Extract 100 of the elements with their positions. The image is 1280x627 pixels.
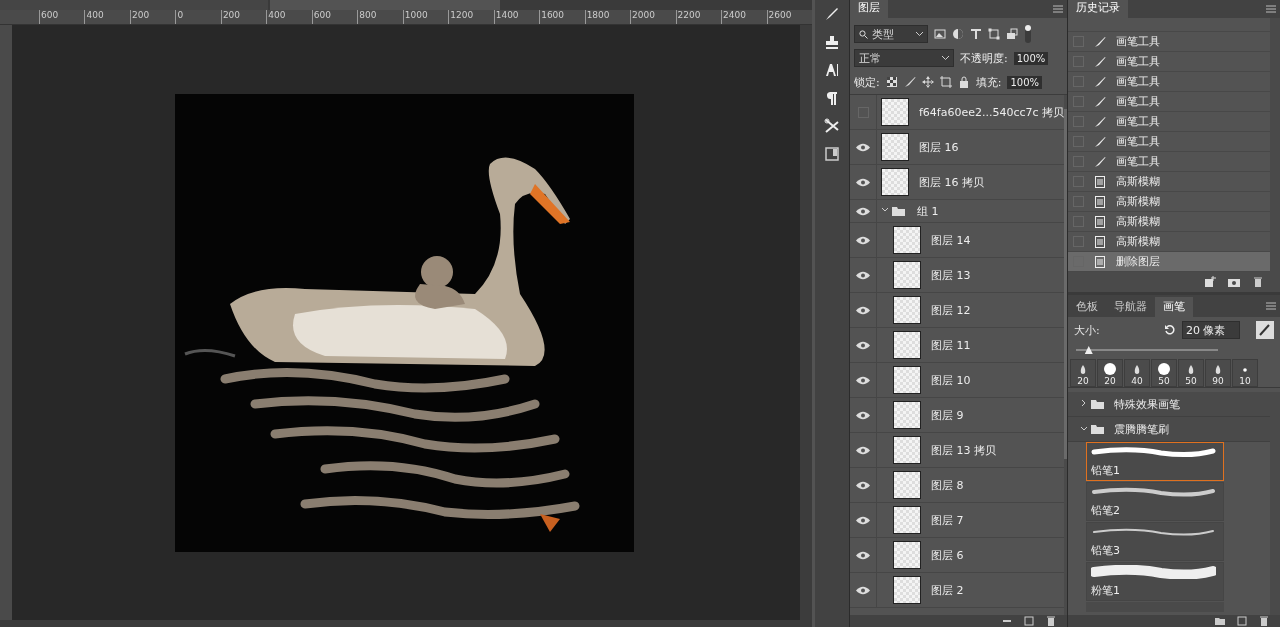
filter-dropdown[interactable]: 类型 [854,25,928,43]
brush-icon[interactable] [1094,135,1106,148]
brush-tip[interactable]: 铅笔1 [1086,442,1224,481]
brush-icon[interactable] [1094,55,1106,68]
brush-icon[interactable] [1094,35,1106,48]
ruler-label: 400 [266,10,312,24]
brush-preset[interactable]: 50 [1151,359,1177,387]
layer-name[interactable]: f64fa60ee2...540cc7c 拷贝 [919,104,1065,120]
trash-icon[interactable] [1258,615,1270,627]
history-item[interactable]: 画笔工具 [1068,32,1270,52]
layer-name[interactable]: 图层 13 拷贝 [931,442,996,458]
new-folder-icon[interactable] [1214,615,1226,627]
document-icon[interactable] [1094,195,1106,208]
brush-folder[interactable]: 特殊效果画笔 [1068,392,1270,417]
brush-icon[interactable] [1094,115,1106,128]
layer-name[interactable]: 图层 10 [931,372,971,388]
lock-icon[interactable] [957,76,970,88]
layer-name[interactable]: 图层 8 [931,477,964,493]
layer-name[interactable]: 图层 11 [931,337,971,353]
layer-name[interactable]: 图层 16 拷贝 [919,174,984,190]
ruler-label: 400 [84,10,130,24]
scrollbar[interactable] [800,25,812,620]
shape-filter-icon[interactable] [988,28,1000,40]
history-item[interactable]: 高斯模糊 [1068,172,1270,192]
new-brush-icon[interactable] [1236,615,1248,627]
history-item[interactable]: 删除图层 [1068,252,1270,272]
brush-icon[interactable] [824,6,840,22]
brush-preset[interactable]: 50 [1178,359,1204,387]
reset-icon[interactable] [1164,324,1176,336]
history-item[interactable]: 画笔工具 [1068,52,1270,72]
menu-icon[interactable] [1053,5,1063,13]
brush-icon[interactable] [1094,75,1106,88]
brush-preset[interactable]: 40 [1124,359,1150,387]
brush-preset[interactable]: 20 [1097,359,1123,387]
scrollbar[interactable] [1270,18,1280,272]
smart-object-filter-icon[interactable] [1006,28,1018,40]
filter-toggle[interactable] [1024,24,1032,44]
panel-tab[interactable]: 图层 [850,0,888,18]
history-item[interactable]: 画笔工具 [1068,112,1270,132]
menu-icon[interactable] [1266,302,1276,310]
layer-name[interactable]: 图层 6 [931,547,964,563]
slider-thumb[interactable] [1084,346,1093,354]
crop-icon[interactable] [939,76,952,88]
brush-icon[interactable] [1094,95,1106,108]
menu-icon[interactable] [1266,5,1276,13]
camera-icon[interactable] [1228,276,1240,288]
panel-icon[interactable] [824,146,840,162]
size-field[interactable]: 20 像素 [1182,321,1240,339]
layer-name[interactable]: 图层 14 [931,232,971,248]
brush-preset[interactable]: 90 [1205,359,1231,387]
history-item[interactable]: 画笔工具 [1068,152,1270,172]
text-filter-icon[interactable] [970,28,982,40]
layer-thumbnail [893,541,921,569]
image-filter-icon[interactable] [934,28,946,40]
brush-preset[interactable]: 20 [1070,359,1096,387]
size-label: 大小: [1074,322,1100,338]
brush-tip[interactable]: 铅笔3 [1086,522,1224,561]
document-icon[interactable] [1094,175,1106,188]
scrollbar[interactable] [1064,95,1067,615]
panel-tab[interactable]: 历史记录 [1068,0,1128,18]
text-icon[interactable] [824,62,840,78]
trash-icon[interactable] [1252,276,1264,288]
layer-name[interactable]: 图层 12 [931,302,971,318]
history-item[interactable]: 高斯模糊 [1068,212,1270,232]
brush-tip-icon [1103,362,1117,376]
brush-settings-icon[interactable] [1256,321,1274,339]
new-document-icon[interactable] [1204,276,1216,288]
brush-icon[interactable] [1094,155,1106,168]
new-layer-icon[interactable] [1023,615,1035,627]
brush-folder[interactable]: 震腾腾笔刷 [1068,417,1270,442]
scissors-icon[interactable] [824,118,840,134]
layer-name[interactable]: 图层 16 [919,139,959,155]
document-icon[interactable] [1094,235,1106,248]
trash-icon[interactable] [1045,615,1057,627]
opacity-label: 不透明度: [960,50,1008,66]
brush-tip[interactable]: 粉笔1 [1086,562,1224,601]
layer-name[interactable]: 组 1 [917,203,939,219]
document-icon[interactable] [1094,255,1106,268]
opacity-field[interactable]: 100% [1013,51,1049,65]
move-icon[interactable] [921,76,934,88]
layer-name[interactable]: 图层 7 [931,512,964,528]
brush-tip[interactable]: 铅笔2 [1086,482,1224,521]
fill-field[interactable]: 100% [1007,75,1043,89]
history-item[interactable]: 画笔工具 [1068,132,1270,152]
ruler-label: 600 [311,10,358,24]
history-item[interactable]: 画笔工具 [1068,72,1270,92]
paragraph-icon[interactable] [824,90,840,106]
history-item[interactable]: 画笔工具 [1068,92,1270,112]
stamp-icon[interactable] [824,34,840,50]
document-icon[interactable] [1094,215,1106,228]
checkerboard-icon[interactable] [885,76,898,88]
panel-tab[interactable]: 画笔 [1155,297,1193,317]
layer-thumbnail [893,296,921,324]
layer-name[interactable]: 图层 13 [931,267,971,283]
adjustment-filter-icon[interactable] [952,28,964,40]
layer-name[interactable]: 图层 9 [931,407,964,423]
layer-name[interactable]: 图层 2 [931,582,964,598]
history-item[interactable]: 高斯模糊 [1068,192,1270,212]
blend-mode-dropdown[interactable]: 正常 [854,49,954,67]
brush-preset[interactable]: 10 [1232,359,1258,387]
